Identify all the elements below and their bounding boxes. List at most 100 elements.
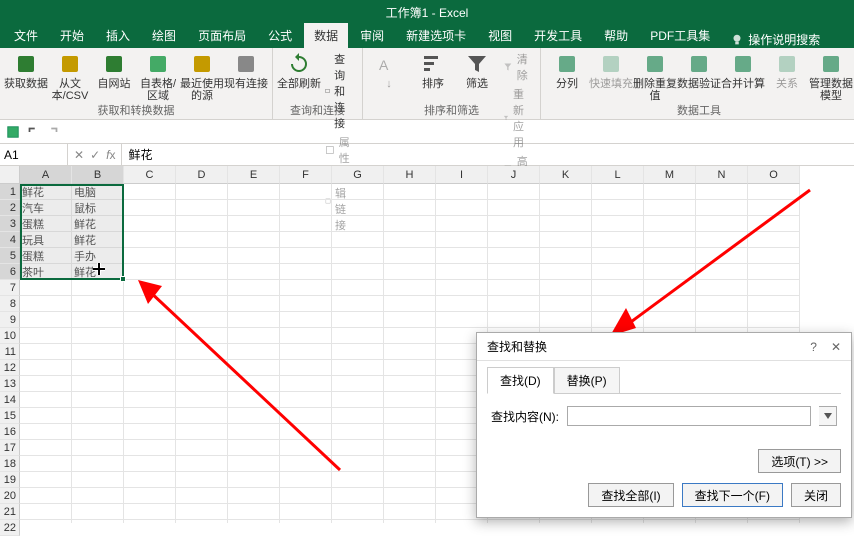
row-header-22[interactable]: 22 — [0, 520, 20, 536]
cell-I8[interactable] — [436, 296, 488, 312]
cell-J6[interactable] — [488, 264, 540, 280]
menu-item-6[interactable]: 数据 — [304, 23, 348, 48]
find-all-button[interactable]: 查找全部(I) — [588, 483, 673, 507]
cell-J3[interactable] — [488, 216, 540, 232]
cell-G13[interactable] — [332, 376, 384, 392]
cell-K2[interactable] — [540, 200, 592, 216]
cell-E17[interactable] — [228, 440, 280, 456]
close-button[interactable]: 关闭 — [791, 483, 841, 507]
col-header-K[interactable]: K — [540, 166, 592, 184]
cell-H5[interactable] — [384, 248, 436, 264]
row-header-4[interactable]: 4 — [0, 232, 20, 248]
col-header-G[interactable]: G — [332, 166, 384, 184]
cell-D14[interactable] — [176, 392, 228, 408]
cell-E15[interactable] — [228, 408, 280, 424]
row-header-6[interactable]: 6 — [0, 264, 20, 280]
cell-C6[interactable] — [124, 264, 176, 280]
cell-C2[interactable] — [124, 200, 176, 216]
cell-A13[interactable] — [20, 376, 72, 392]
cell-D18[interactable] — [176, 456, 228, 472]
tell-me-search[interactable]: 操作说明搜索 — [730, 31, 820, 48]
cell-B6[interactable]: 鲜花 — [72, 264, 124, 280]
cell-A18[interactable] — [20, 456, 72, 472]
cell-F17[interactable] — [280, 440, 332, 456]
cell-A17[interactable] — [20, 440, 72, 456]
row-header-20[interactable]: 20 — [0, 488, 20, 504]
cell-N5[interactable] — [696, 248, 748, 264]
cell-F2[interactable] — [280, 200, 332, 216]
col-header-D[interactable]: D — [176, 166, 228, 184]
cell-N9[interactable] — [696, 312, 748, 328]
cell-E12[interactable] — [228, 360, 280, 376]
cell-D1[interactable] — [176, 184, 228, 200]
cell-E13[interactable] — [228, 376, 280, 392]
redo-icon[interactable] — [46, 125, 60, 139]
row-header-1[interactable]: 1 — [0, 184, 20, 200]
cell-C1[interactable] — [124, 184, 176, 200]
row-header-5[interactable]: 5 — [0, 248, 20, 264]
data-tool-btn-6[interactable]: 管理数据模型 — [811, 50, 851, 102]
cell-A3[interactable]: 蛋糕 — [20, 216, 72, 232]
cell-E3[interactable] — [228, 216, 280, 232]
cell-C8[interactable] — [124, 296, 176, 312]
data-tool-btn-5[interactable]: 关系 — [767, 50, 807, 90]
cell-C17[interactable] — [124, 440, 176, 456]
cell-O9[interactable] — [748, 312, 800, 328]
col-header-B[interactable]: B — [72, 166, 124, 184]
fx-icon[interactable]: fx — [106, 148, 115, 162]
cell-G3[interactable] — [332, 216, 384, 232]
cell-H11[interactable] — [384, 344, 436, 360]
cell-G19[interactable] — [332, 472, 384, 488]
cell-H13[interactable] — [384, 376, 436, 392]
get-data-btn-5[interactable]: 现有连接 — [226, 50, 266, 90]
cell-C21[interactable] — [124, 504, 176, 520]
close-icon[interactable]: ✕ — [831, 340, 841, 354]
col-header-C[interactable]: C — [124, 166, 176, 184]
cell-A1[interactable]: 鲜花 — [20, 184, 72, 200]
cell-H18[interactable] — [384, 456, 436, 472]
find-next-button[interactable]: 查找下一个(F) — [682, 483, 783, 507]
cell-I2[interactable] — [436, 200, 488, 216]
cell-G10[interactable] — [332, 328, 384, 344]
cell-D13[interactable] — [176, 376, 228, 392]
cell-A9[interactable] — [20, 312, 72, 328]
tab-replace[interactable]: 替换(P) — [554, 367, 620, 394]
cell-F21[interactable] — [280, 504, 332, 520]
cell-B4[interactable]: 鲜花 — [72, 232, 124, 248]
cell-C11[interactable] — [124, 344, 176, 360]
cell-L4[interactable] — [592, 232, 644, 248]
cell-E2[interactable] — [228, 200, 280, 216]
cell-F13[interactable] — [280, 376, 332, 392]
cell-D3[interactable] — [176, 216, 228, 232]
cell-E5[interactable] — [228, 248, 280, 264]
cell-H6[interactable] — [384, 264, 436, 280]
cell-F4[interactable] — [280, 232, 332, 248]
cell-E10[interactable] — [228, 328, 280, 344]
cell-F8[interactable] — [280, 296, 332, 312]
cell-M5[interactable] — [644, 248, 696, 264]
cell-C18[interactable] — [124, 456, 176, 472]
cell-G4[interactable] — [332, 232, 384, 248]
cell-E21[interactable] — [228, 504, 280, 520]
cell-D10[interactable] — [176, 328, 228, 344]
cell-B13[interactable] — [72, 376, 124, 392]
cell-M3[interactable] — [644, 216, 696, 232]
sort-asc-button[interactable]: A↓ — [369, 50, 409, 90]
cell-D8[interactable] — [176, 296, 228, 312]
cell-A4[interactable]: 玩具 — [20, 232, 72, 248]
cell-F20[interactable] — [280, 488, 332, 504]
menu-item-4[interactable]: 页面布局 — [188, 23, 256, 48]
cell-B10[interactable] — [72, 328, 124, 344]
cell-N2[interactable] — [696, 200, 748, 216]
filter-item-0[interactable]: 清除 — [501, 50, 534, 84]
cell-B11[interactable] — [72, 344, 124, 360]
data-tool-btn-0[interactable]: 分列 — [547, 50, 587, 90]
cell-B1[interactable]: 电脑 — [72, 184, 124, 200]
cell-A14[interactable] — [20, 392, 72, 408]
cell-O7[interactable] — [748, 280, 800, 296]
cell-M7[interactable] — [644, 280, 696, 296]
cell-M1[interactable] — [644, 184, 696, 200]
query-item-0[interactable]: 查询和连接 — [323, 50, 356, 132]
cell-L8[interactable] — [592, 296, 644, 312]
cell-F16[interactable] — [280, 424, 332, 440]
